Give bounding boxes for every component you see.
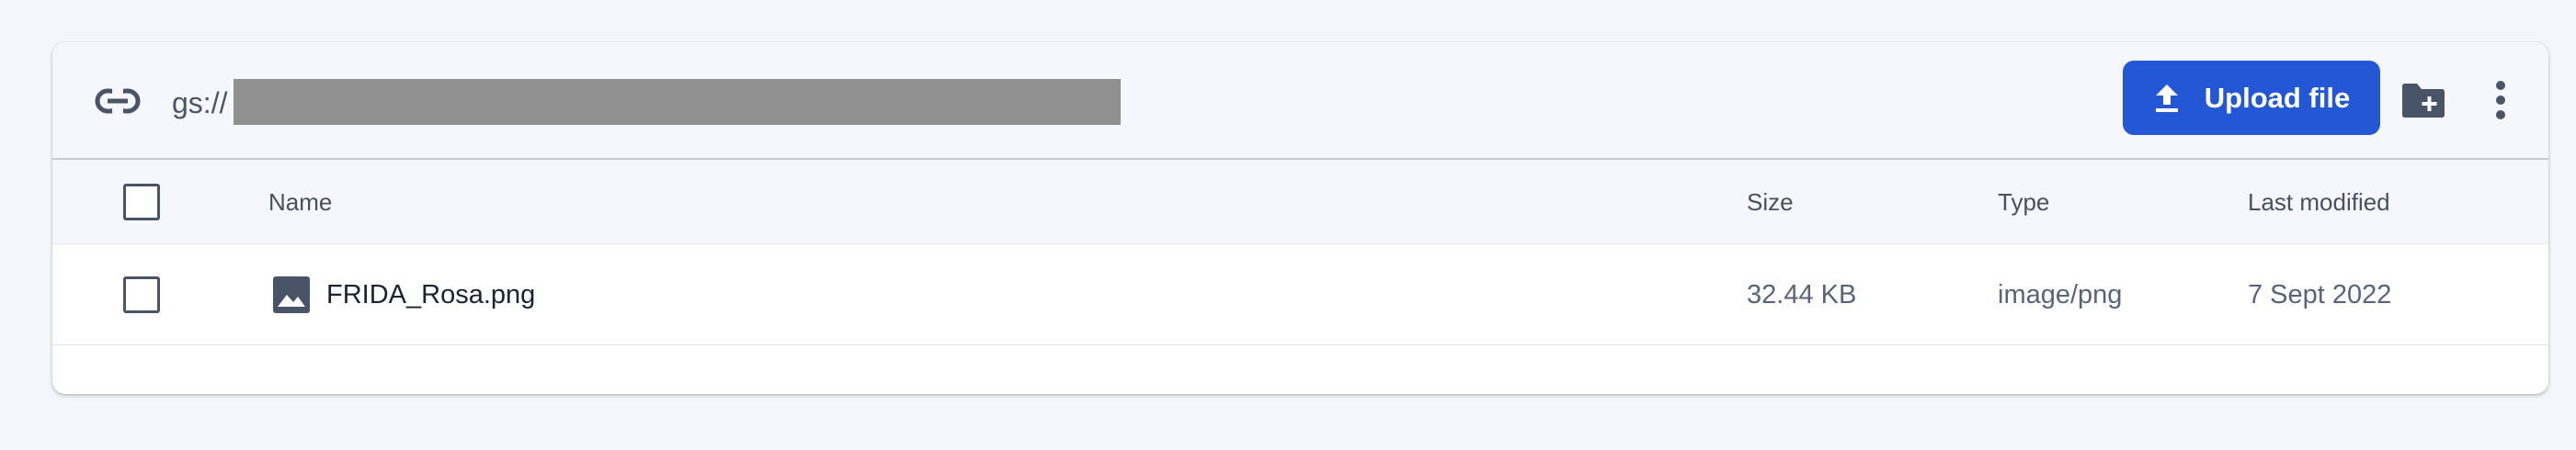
storage-toolbar: gs:// Upload file <box>52 42 2548 160</box>
image-file-icon <box>273 276 310 313</box>
row-select-checkbox[interactable] <box>123 276 160 313</box>
new-folder-icon[interactable] <box>2399 81 2447 119</box>
bucket-path-redacted <box>234 79 1121 125</box>
upload-file-button[interactable]: Upload file <box>2123 61 2380 135</box>
storage-browser-card: gs:// Upload file Name Size Type Last mo… <box>52 42 2548 394</box>
select-all-checkbox[interactable] <box>123 184 160 220</box>
upload-icon <box>2155 84 2178 112</box>
file-type: image/png <box>1998 280 2123 309</box>
column-header-type[interactable]: Type <box>1998 188 2049 216</box>
column-header-size[interactable]: Size <box>1747 188 1794 216</box>
more-vert-icon[interactable] <box>2493 79 2508 121</box>
bucket-path-prefix: gs:// <box>172 86 228 119</box>
column-header-last-modified[interactable]: Last modified <box>2248 188 2390 216</box>
table-row[interactable]: FRIDA_Rosa.png 32.44 KB image/png 7 Sept… <box>52 244 2548 345</box>
column-header-name[interactable]: Name <box>268 188 332 216</box>
file-size: 32.44 KB <box>1747 280 1857 309</box>
link-icon[interactable] <box>94 83 142 119</box>
upload-file-label: Upload file <box>2204 81 2351 114</box>
file-name-link[interactable]: FRIDA_Rosa.png <box>326 279 535 310</box>
file-last-modified: 7 Sept 2022 <box>2248 280 2392 309</box>
table-header-row: Name Size Type Last modified <box>52 160 2548 244</box>
